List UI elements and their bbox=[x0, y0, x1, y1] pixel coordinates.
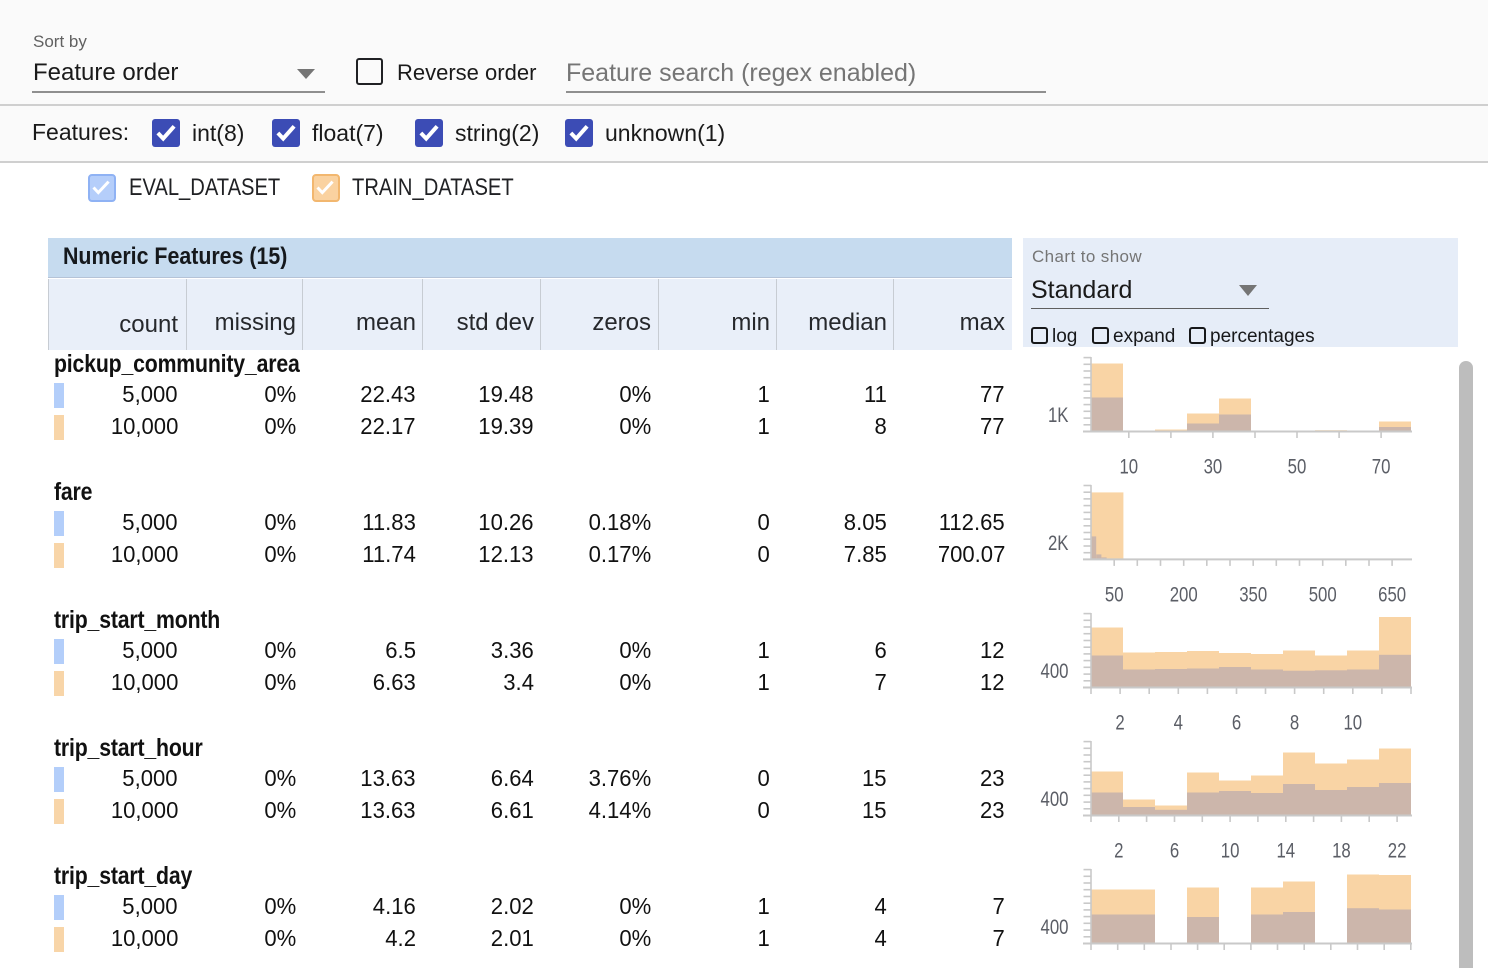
svg-text:50: 50 bbox=[1105, 584, 1124, 607]
svg-text:8: 8 bbox=[1290, 712, 1299, 735]
svg-text:500: 500 bbox=[1309, 584, 1337, 607]
svg-text:2K: 2K bbox=[1048, 532, 1069, 555]
svg-text:2: 2 bbox=[1114, 840, 1123, 863]
svg-text:400: 400 bbox=[1040, 788, 1068, 811]
svg-text:10: 10 bbox=[1119, 456, 1138, 479]
svg-text:400: 400 bbox=[1040, 660, 1068, 683]
svg-text:4: 4 bbox=[1174, 712, 1184, 735]
svg-text:2: 2 bbox=[1115, 712, 1124, 735]
svg-text:400: 400 bbox=[1040, 916, 1068, 939]
svg-text:10: 10 bbox=[1343, 712, 1362, 735]
svg-text:350: 350 bbox=[1239, 584, 1267, 607]
svg-text:18: 18 bbox=[1332, 840, 1351, 863]
svg-text:22: 22 bbox=[1388, 840, 1407, 863]
svg-text:14: 14 bbox=[1276, 840, 1295, 863]
svg-text:50: 50 bbox=[1288, 456, 1307, 479]
svg-text:10: 10 bbox=[1221, 840, 1240, 863]
svg-text:1K: 1K bbox=[1048, 404, 1069, 427]
svg-text:70: 70 bbox=[1372, 456, 1391, 479]
svg-text:650: 650 bbox=[1378, 584, 1406, 607]
svg-text:200: 200 bbox=[1170, 584, 1198, 607]
svg-text:6: 6 bbox=[1232, 712, 1241, 735]
svg-text:6: 6 bbox=[1170, 840, 1179, 863]
svg-text:30: 30 bbox=[1204, 456, 1223, 479]
